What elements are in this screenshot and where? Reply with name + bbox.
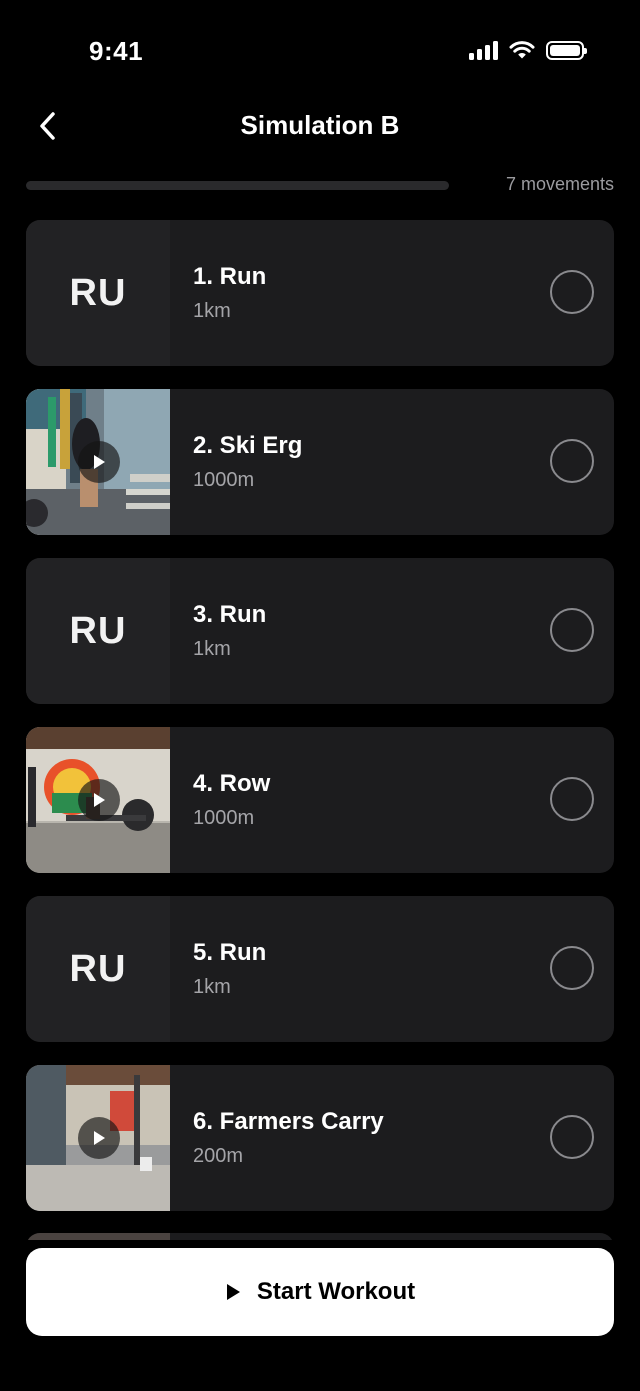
movement-title: 3. Run bbox=[193, 601, 267, 628]
play-icon bbox=[94, 793, 105, 807]
status-time: 9:41 bbox=[89, 36, 144, 66]
movement-title: 5. Run bbox=[193, 939, 267, 966]
completion-checkbox[interactable] bbox=[550, 777, 594, 821]
movement-title: 2. Ski Erg bbox=[193, 432, 303, 459]
cellular-signal-icon bbox=[469, 40, 498, 60]
completion-checkbox[interactable] bbox=[550, 439, 594, 483]
movement-card[interactable]: 2. Ski Erg 1000m bbox=[26, 389, 614, 535]
progress-row: 7 movements bbox=[26, 172, 614, 200]
movement-thumbnail: RU bbox=[26, 558, 170, 704]
start-workout-button[interactable]: Start Workout bbox=[26, 1248, 614, 1336]
progress-bar bbox=[26, 181, 449, 190]
movement-distance: 200m bbox=[193, 1145, 244, 1167]
movement-thumbnail: RU bbox=[26, 896, 170, 1042]
movement-distance: 1km bbox=[193, 638, 231, 660]
status-bar: 9:41 bbox=[0, 0, 640, 100]
movement-title: 6. Farmers Carry bbox=[193, 1108, 384, 1135]
movement-distance: 1000m bbox=[193, 469, 255, 491]
play-button[interactable] bbox=[78, 779, 120, 821]
play-button[interactable] bbox=[78, 441, 120, 483]
movement-distance: 1km bbox=[193, 976, 231, 998]
movement-list: RU 1. Run 1km 2. Ski Erg 1000m RU 3. Run… bbox=[26, 220, 614, 1234]
movement-video-thumbnail bbox=[26, 727, 170, 873]
movement-distance: 1000m bbox=[193, 807, 255, 829]
movement-thumbnail: RU bbox=[26, 220, 170, 366]
play-icon bbox=[94, 1131, 105, 1145]
movement-card[interactable]: RU 3. Run 1km bbox=[26, 558, 614, 704]
play-icon bbox=[94, 455, 105, 469]
movement-video-thumbnail bbox=[26, 1065, 170, 1211]
movement-video-thumbnail bbox=[26, 389, 170, 535]
start-workout-label: Start Workout bbox=[256, 1278, 416, 1305]
completion-checkbox[interactable] bbox=[550, 1115, 594, 1159]
movement-card[interactable]: 6. Farmers Carry 200m bbox=[26, 1065, 614, 1211]
play-button[interactable] bbox=[78, 1117, 120, 1159]
movement-title: 1. Run bbox=[193, 263, 267, 290]
status-icons bbox=[469, 40, 587, 60]
movement-count: 7 movements bbox=[505, 174, 614, 194]
movement-card[interactable]: RU 1. Run 1km bbox=[26, 220, 614, 366]
completion-checkbox[interactable] bbox=[550, 608, 594, 652]
wifi-icon bbox=[509, 41, 535, 59]
completion-checkbox[interactable] bbox=[550, 270, 594, 314]
movement-card[interactable]: RU 5. Run 1km bbox=[26, 896, 614, 1042]
battery-icon bbox=[546, 40, 587, 60]
play-icon bbox=[226, 1284, 240, 1300]
completion-checkbox[interactable] bbox=[550, 946, 594, 990]
page-title: Simulation B bbox=[240, 110, 400, 140]
movement-distance: 1km bbox=[193, 300, 231, 322]
movement-card[interactable]: 4. Row 1000m bbox=[26, 727, 614, 873]
movement-title: 4. Row bbox=[193, 770, 271, 797]
nav-header: Simulation B bbox=[0, 96, 640, 156]
